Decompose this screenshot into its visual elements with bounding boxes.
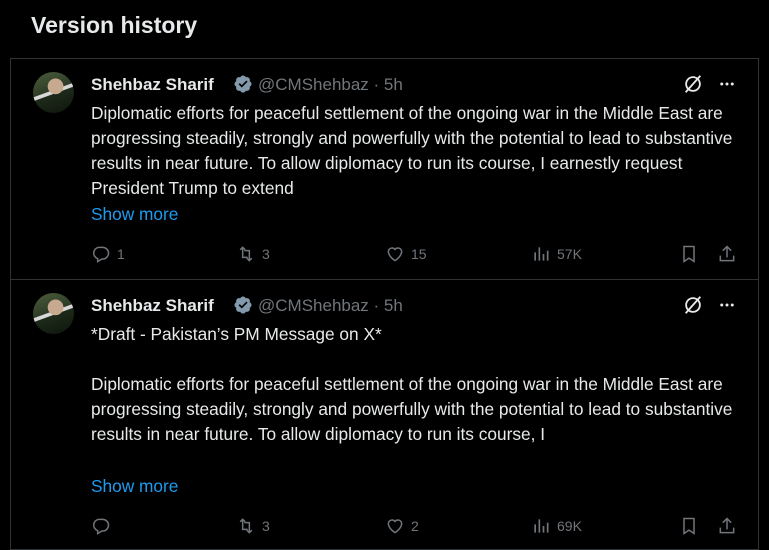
avatar[interactable] [33, 293, 74, 334]
more-options-icon[interactable] [717, 75, 737, 93]
reply-count: 1 [117, 246, 125, 262]
repost-button[interactable]: 3 [236, 514, 270, 538]
reply-button[interactable] [91, 514, 117, 538]
like-button[interactable]: 2 [385, 514, 419, 538]
views-icon [534, 247, 549, 261]
repost-button[interactable]: 3 [236, 242, 270, 266]
reply-icon [93, 518, 110, 535]
heart-icon [387, 519, 403, 534]
views-button[interactable]: 69K [531, 514, 582, 538]
heart-icon [387, 247, 403, 262]
like-count: 2 [411, 518, 419, 534]
author-name[interactable]: Shehbaz Sharif [91, 296, 214, 316]
edit-history-icon[interactable] [682, 294, 704, 316]
tweet-actions: 3 2 69K [11, 514, 758, 538]
share-button[interactable] [717, 514, 737, 538]
author-handle-time[interactable]: @CMShehbaz · 5h [258, 75, 403, 95]
share-icon [719, 517, 735, 534]
reply-button[interactable]: 1 [91, 242, 125, 266]
verified-badge-icon [234, 75, 252, 93]
views-count: 69K [557, 518, 582, 534]
repost-icon [239, 246, 253, 262]
verified-badge-icon [234, 296, 252, 314]
views-button[interactable]: 57K [531, 242, 582, 266]
author-name[interactable]: Shehbaz Sharif [91, 75, 214, 95]
bookmark-icon [683, 517, 695, 535]
tweet-text: *Draft - Pakistan’s PM Message on X* Dip… [91, 324, 733, 444]
author-handle-time[interactable]: @CMShehbaz · 5h [258, 296, 403, 316]
tweet-text: Diplomatic efforts for peaceful settleme… [91, 103, 738, 198]
reply-icon [93, 246, 110, 263]
show-more-link[interactable]: Show more [91, 204, 178, 225]
tweet-version[interactable]: Shehbaz Sharif @CMShehbaz · 5h Diplomati… [10, 58, 759, 280]
bookmark-button[interactable] [679, 242, 699, 266]
like-button[interactable]: 15 [385, 242, 427, 266]
bookmark-button[interactable] [679, 514, 699, 538]
avatar[interactable] [33, 72, 74, 113]
share-icon [719, 245, 735, 262]
edit-history-icon[interactable] [682, 73, 704, 95]
show-more-link[interactable]: Show more [91, 476, 178, 497]
bookmark-icon [683, 245, 695, 263]
repost-count: 3 [262, 518, 270, 534]
tweet-actions: 1 3 15 57K [11, 242, 758, 266]
tweet-version[interactable]: Shehbaz Sharif @CMShehbaz · 5h *Draft - … [10, 280, 759, 550]
more-options-icon[interactable] [717, 296, 737, 314]
views-icon [534, 519, 549, 533]
views-count: 57K [557, 246, 582, 262]
repost-icon [239, 518, 253, 534]
share-button[interactable] [717, 242, 737, 266]
like-count: 15 [411, 246, 427, 262]
page-title: Version history [31, 12, 198, 38]
repost-count: 3 [262, 246, 270, 262]
